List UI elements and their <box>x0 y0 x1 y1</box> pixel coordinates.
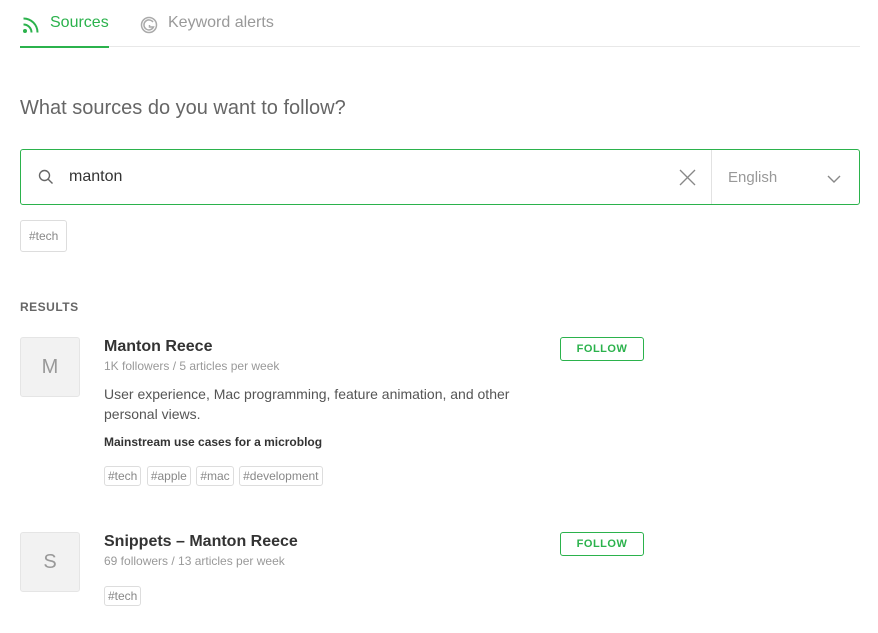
language-selected: English <box>728 168 778 186</box>
tag[interactable]: #tech <box>104 466 142 486</box>
language-select[interactable]: English <box>711 150 859 204</box>
rss-icon <box>22 16 40 34</box>
result-body: Snippets – Manton Reece 69 followers / 1… <box>104 532 534 606</box>
follow-button[interactable]: FOLLOW <box>560 532 644 556</box>
tag[interactable]: #apple <box>146 466 191 486</box>
tab-sources[interactable]: Sources <box>20 14 109 48</box>
search-icon <box>38 169 54 185</box>
results-heading: RESULTS <box>20 300 79 314</box>
article-link[interactable]: Mainstream use cases for a microblog <box>104 434 534 450</box>
avatar: S <box>20 532 80 592</box>
tag[interactable]: #tech <box>104 586 142 606</box>
source-tags: #tech #apple #mac #development <box>104 466 534 486</box>
tab-label: Sources <box>50 14 109 31</box>
search-box: English <box>20 149 860 205</box>
tab-bar: Sources Keyword alerts <box>20 0 860 48</box>
source-tags: #tech <box>104 586 534 606</box>
tag[interactable]: #development <box>239 466 323 486</box>
source-description: User experience, Mac programming, featur… <box>104 386 510 422</box>
source-stats: 69 followers / 13 articles per week <box>104 554 285 568</box>
source-stats: 1K followers / 5 articles per week <box>104 359 280 373</box>
tab-keyword-alerts[interactable]: Keyword alerts <box>140 14 274 47</box>
avatar: M <box>20 337 80 397</box>
chevron-down-icon <box>827 171 841 183</box>
page-question: What sources do you want to follow? <box>20 97 346 119</box>
query-tag[interactable]: #tech <box>20 220 68 252</box>
google-icon <box>140 16 158 34</box>
search-input[interactable] <box>69 150 669 204</box>
result-body: Manton Reece 1K followers / 5 articles p… <box>104 337 534 486</box>
source-name[interactable]: Snippets – Manton Reece <box>104 532 534 552</box>
tag[interactable]: #mac <box>196 466 234 486</box>
close-icon[interactable] <box>679 169 696 186</box>
follow-button[interactable]: FOLLOW <box>560 337 644 361</box>
tab-label: Keyword alerts <box>168 14 274 31</box>
source-name[interactable]: Manton Reece <box>104 337 534 357</box>
